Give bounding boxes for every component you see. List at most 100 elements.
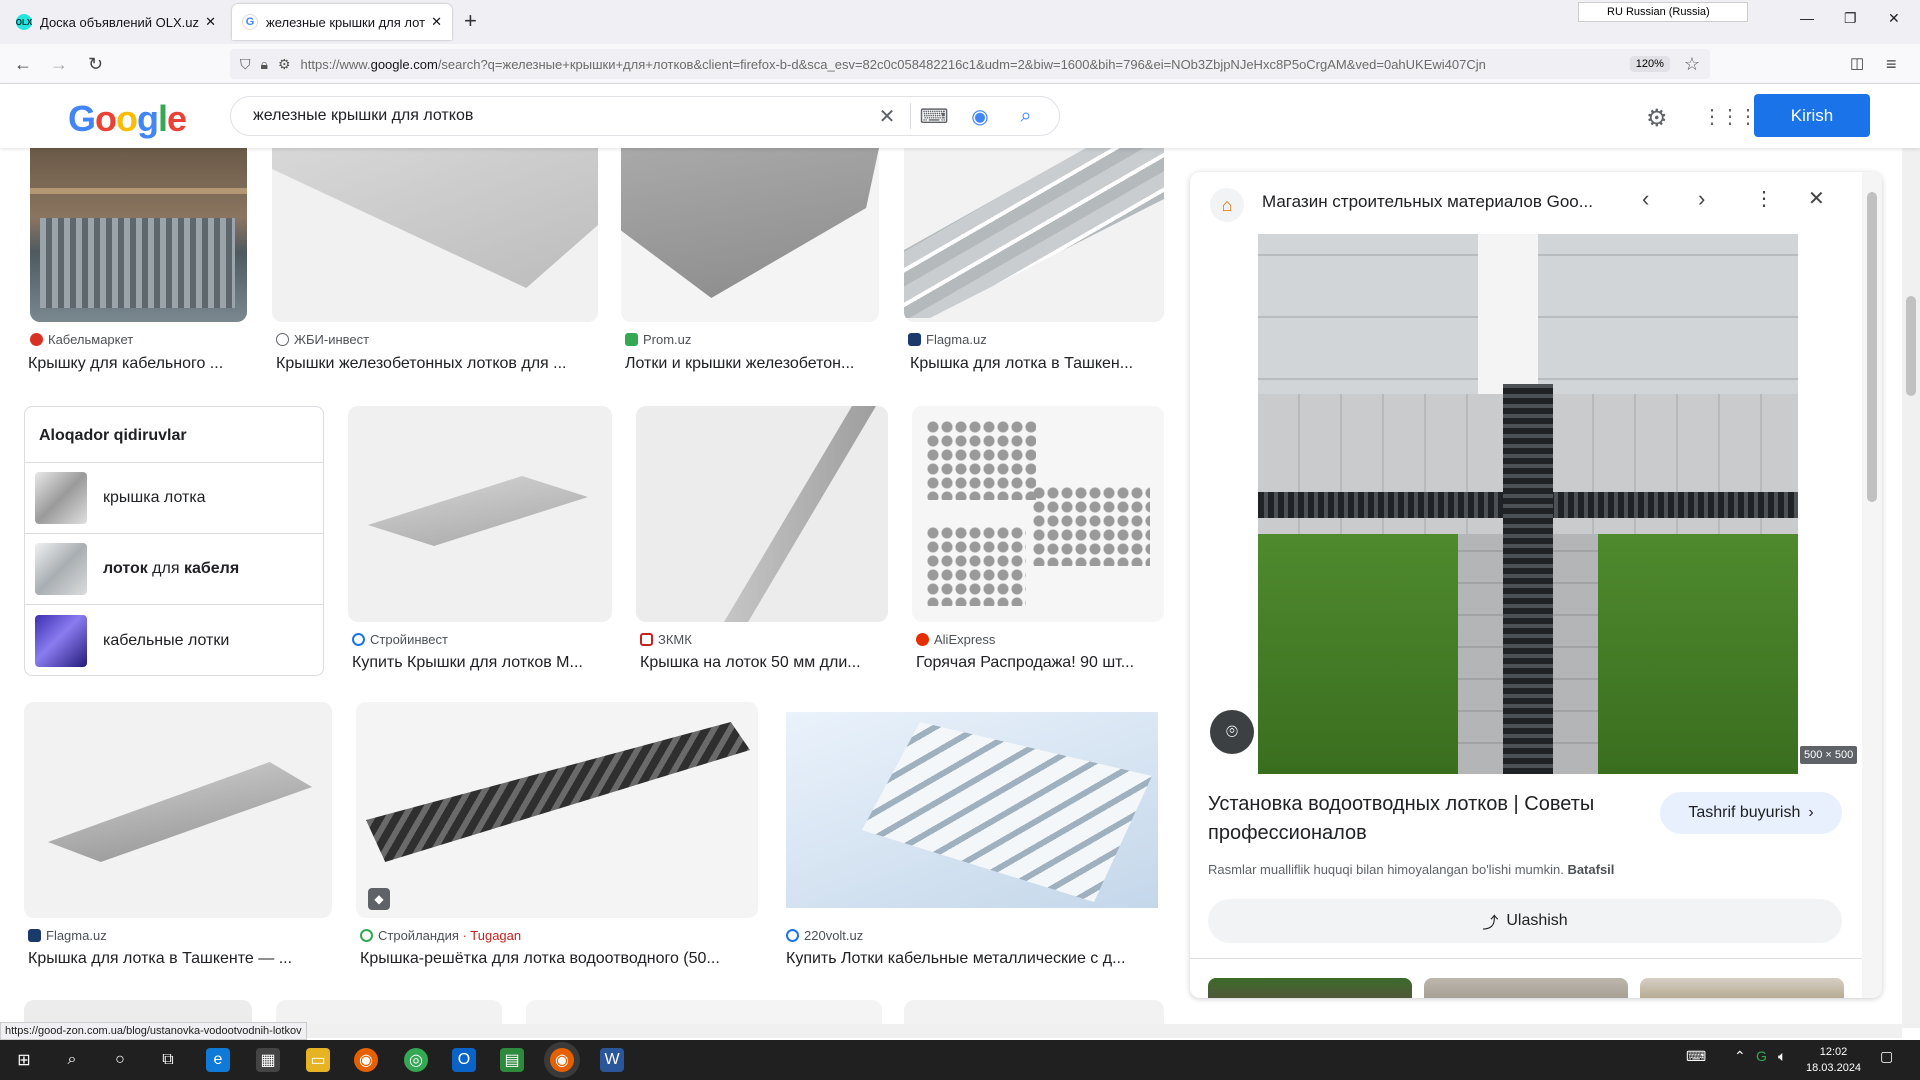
file-explorer-icon[interactable]: ▭ bbox=[306, 1048, 330, 1072]
chat-app-icon[interactable]: ▤ bbox=[500, 1048, 524, 1072]
windows-start-icon[interactable]: ⊞ bbox=[12, 1048, 36, 1072]
lens-search-icon[interactable]: ⌾ bbox=[1210, 710, 1254, 754]
result-image[interactable] bbox=[782, 702, 1164, 918]
result-title[interactable]: Крышку для кабельного ... bbox=[28, 355, 248, 373]
clear-icon[interactable]: ✕ bbox=[864, 104, 910, 129]
result-title[interactable]: Крышка для лотка в Ташкен... bbox=[910, 355, 1164, 373]
previous-icon[interactable]: ‹ bbox=[1642, 186, 1649, 212]
language-selector[interactable]: RU Russian (Russia) bbox=[1578, 2, 1748, 22]
related-image-thumb[interactable] bbox=[1424, 978, 1628, 998]
result-title[interactable]: Купить Лотки кабельные металлические с д… bbox=[786, 950, 1164, 968]
close-tab-icon[interactable]: ✕ bbox=[431, 14, 442, 30]
preview-image[interactable] bbox=[1258, 234, 1798, 774]
tab-google[interactable]: G железные крышки для лотков ✕ bbox=[232, 4, 452, 40]
new-tab-button[interactable]: + bbox=[464, 8, 477, 34]
search-box[interactable]: железные крышки для лотков ✕ ⌨ ◉ ⌕ bbox=[230, 96, 1060, 136]
result-image[interactable] bbox=[348, 406, 612, 622]
address-bar[interactable]: ⛉ 🔒︎ ⚙ https://www.google.com/search?q=ж… bbox=[230, 49, 1710, 79]
search-icon[interactable]: ⌕ bbox=[1003, 105, 1049, 128]
google-logo[interactable]: Google bbox=[68, 98, 187, 140]
lock-icon[interactable]: 🔒︎ bbox=[261, 56, 268, 73]
related-item[interactable]: крышка лотка bbox=[25, 463, 323, 534]
result-title[interactable]: Лотки и крышки железобетон... bbox=[625, 355, 879, 373]
edge-icon[interactable]: e bbox=[206, 1048, 230, 1072]
word-icon[interactable]: W bbox=[600, 1048, 624, 1072]
search-input[interactable]: железные крышки для лотков bbox=[253, 107, 864, 125]
url-text[interactable]: https://www.google.com/search?q=железные… bbox=[301, 57, 1630, 72]
result-source[interactable]: Prom.uz bbox=[625, 332, 691, 347]
pocket-icon[interactable]: ◫ bbox=[1850, 54, 1864, 72]
close-window-icon[interactable]: ✕ bbox=[1888, 10, 1900, 27]
related-item[interactable]: кабельные лотки bbox=[25, 605, 323, 675]
result-image[interactable] bbox=[621, 148, 879, 322]
scroll-thumb[interactable] bbox=[1906, 296, 1916, 396]
result-source[interactable]: Flagma.uz bbox=[28, 928, 107, 943]
share-button[interactable]: ⤴ Ulashish bbox=[1208, 899, 1842, 943]
result-image[interactable] bbox=[30, 148, 247, 322]
shield-icon[interactable]: ⛉ bbox=[240, 56, 251, 73]
keyboard-icon[interactable]: ⌨ bbox=[911, 104, 957, 129]
result-source[interactable]: AliExpress bbox=[916, 632, 995, 647]
menu-icon[interactable]: ≡ bbox=[1886, 54, 1897, 75]
bookmark-star-icon[interactable]: ☆ bbox=[1684, 54, 1700, 75]
result-source[interactable]: ЗКМК bbox=[640, 632, 692, 647]
system-clock[interactable]: 12:02 18.03.2024 bbox=[1806, 1044, 1861, 1076]
search-icon[interactable]: ⌕ bbox=[60, 1048, 84, 1072]
forward-icon[interactable]: → bbox=[50, 54, 68, 75]
chrome-icon[interactable]: ◎ bbox=[404, 1048, 428, 1072]
notification-icon[interactable]: ▢ bbox=[1880, 1048, 1893, 1065]
task-view-icon[interactable]: ⧉ bbox=[156, 1048, 180, 1072]
page-scrollbar[interactable] bbox=[1902, 84, 1920, 1028]
apps-grid-icon[interactable]: ⋮⋮⋮ bbox=[1702, 104, 1758, 129]
result-image[interactable] bbox=[912, 406, 1164, 622]
result-image[interactable]: ◆ bbox=[356, 702, 758, 918]
panel-title[interactable]: Установка водоотводных лотков | Советы п… bbox=[1208, 790, 1648, 848]
cortana-icon[interactable]: ○ bbox=[108, 1048, 132, 1072]
app-tray-icon[interactable]: G bbox=[1756, 1048, 1767, 1064]
zoom-level[interactable]: 120% bbox=[1629, 56, 1670, 72]
scroll-thumb[interactable] bbox=[1867, 192, 1877, 502]
result-image[interactable] bbox=[904, 148, 1164, 322]
learn-more-link[interactable]: Batafsil bbox=[1567, 862, 1614, 877]
tab-olx[interactable]: OLX Доска объявлений OLX.uz, ра ✕ bbox=[6, 4, 226, 40]
firefox-active-icon[interactable]: ◉ bbox=[550, 1048, 574, 1072]
result-image[interactable] bbox=[24, 702, 332, 918]
tray-chevron-icon[interactable]: ⌃ bbox=[1734, 1048, 1746, 1065]
close-panel-icon[interactable]: ✕ bbox=[1808, 186, 1825, 211]
minimize-icon[interactable]: — bbox=[1800, 10, 1814, 26]
result-source[interactable]: Кабельмаркет bbox=[30, 332, 133, 347]
permissions-icon[interactable]: ⚙ bbox=[278, 56, 291, 73]
result-image[interactable] bbox=[636, 406, 888, 622]
close-tab-icon[interactable]: ✕ bbox=[205, 14, 216, 30]
result-title[interactable]: Купить Крышки для лотков М... bbox=[352, 654, 612, 672]
result-image[interactable] bbox=[272, 148, 598, 322]
related-image-thumb[interactable] bbox=[1640, 978, 1844, 998]
maximize-icon[interactable]: ❐ bbox=[1844, 10, 1857, 27]
firefox-icon[interactable]: ◉ bbox=[354, 1048, 378, 1072]
result-source[interactable]: ЖБИ-инвест bbox=[276, 332, 369, 347]
result-title[interactable]: Горячая Распродажа! 90 шт... bbox=[916, 654, 1164, 672]
related-item[interactable]: лоток для кабеля bbox=[25, 534, 323, 605]
sign-in-button[interactable]: Kirish bbox=[1754, 94, 1870, 137]
calculator-icon[interactable]: ▦ bbox=[256, 1048, 280, 1072]
result-title[interactable]: Крышка на лоток 50 мм дли... bbox=[640, 654, 888, 672]
keyboard-layout-icon[interactable]: ⌨ bbox=[1686, 1048, 1706, 1065]
panel-scrollbar[interactable] bbox=[1862, 172, 1882, 998]
panel-site-name[interactable]: Магазин строительных материалов Goo... bbox=[1262, 192, 1593, 212]
more-options-icon[interactable]: ⋮ bbox=[1754, 186, 1774, 211]
visit-button[interactable]: Tashrif buyurish › bbox=[1660, 792, 1842, 834]
result-source[interactable]: Стройинвест bbox=[352, 632, 448, 647]
result-source[interactable]: Flagma.uz bbox=[908, 332, 987, 347]
result-title[interactable]: Крышка-решётка для лотка водоотводного (… bbox=[360, 950, 758, 968]
reload-icon[interactable]: ↻ bbox=[88, 54, 103, 75]
result-source[interactable]: Стройландия · Tugagan bbox=[360, 928, 521, 943]
lens-icon[interactable]: ◉ bbox=[957, 104, 1003, 129]
result-source[interactable]: 220volt.uz bbox=[786, 928, 863, 943]
volume-icon[interactable]: 🔈︎ bbox=[1778, 1048, 1786, 1065]
site-logo-icon[interactable]: ⌂ bbox=[1210, 188, 1244, 222]
outlook-icon[interactable]: O bbox=[452, 1048, 476, 1072]
related-image-thumb[interactable] bbox=[1208, 978, 1412, 998]
result-title[interactable]: Крышка для лотка в Ташкенте — ... bbox=[28, 950, 332, 968]
next-icon[interactable]: › bbox=[1698, 186, 1705, 212]
back-icon[interactable]: ← bbox=[14, 54, 32, 75]
